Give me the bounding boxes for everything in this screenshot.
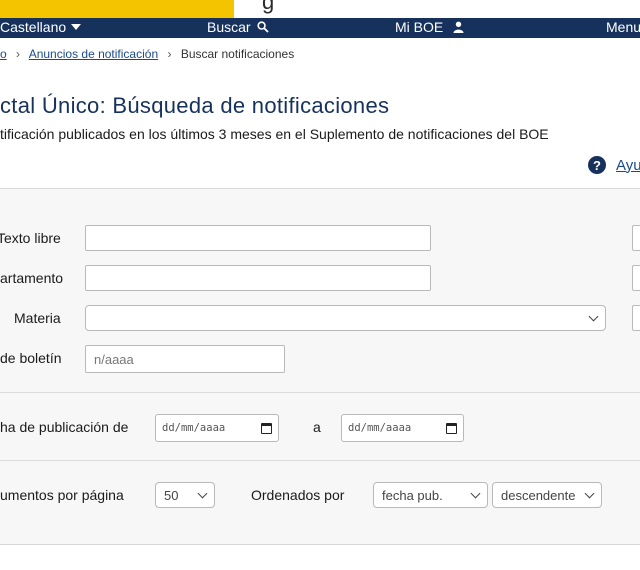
documentos-por-pagina-value: 50 xyxy=(164,487,179,503)
ordenados-por-label: Ordenados por xyxy=(251,487,345,503)
materia-label: Materia xyxy=(14,310,61,326)
mi-boe-nav-link[interactable]: Mi BOE xyxy=(395,19,464,35)
date-to-input[interactable]: dd/mm/aaaa xyxy=(341,414,464,442)
header-ghost-text: g xyxy=(262,0,275,14)
boletin-label: de boletín xyxy=(0,350,62,366)
order-field-select[interactable]: fecha pub. xyxy=(373,482,488,508)
search-nav-label: Buscar xyxy=(207,19,251,35)
order-direction-value: descendente xyxy=(501,487,576,503)
language-label: Castellano xyxy=(0,19,67,35)
breadcrumb-separator-icon: › xyxy=(167,47,172,61)
chevron-down-icon xyxy=(470,488,481,498)
language-selector[interactable]: Castellano xyxy=(0,19,82,35)
breadcrumb-separator-icon: › xyxy=(16,47,21,61)
fecha-publicacion-label: ha de publicación de xyxy=(0,419,129,435)
page-title: ctal Único: Búsqueda de notificaciones xyxy=(0,93,390,118)
right-field-edge[interactable] xyxy=(632,225,640,251)
caret-down-icon xyxy=(71,24,82,30)
departamento-label: artamento xyxy=(0,270,64,286)
help-icon: ? xyxy=(588,156,606,174)
date-from-placeholder: dd/mm/aaaa xyxy=(162,422,226,434)
menu-label: Menu xyxy=(606,19,640,35)
breadcrumb: o › Anuncios de notificación › Buscar no… xyxy=(0,47,294,61)
documentos-por-pagina-select[interactable]: 50 xyxy=(155,482,215,508)
mi-boe-label: Mi BOE xyxy=(395,19,444,35)
order-direction-select[interactable]: descendente xyxy=(492,482,602,508)
order-field-value: fecha pub. xyxy=(382,487,443,503)
departamento-input[interactable] xyxy=(85,265,431,291)
section-divider xyxy=(0,460,640,461)
page-subtitle: tificación publicados en los últimos 3 m… xyxy=(0,126,549,142)
calendar-icon[interactable] xyxy=(446,422,457,434)
help-link[interactable]: ? Ayu xyxy=(588,156,640,174)
top-navbar: Castellano Buscar Mi BOE Menu xyxy=(0,18,640,38)
top-banner-strip: g xyxy=(0,0,640,18)
documentos-por-pagina-label: umentos por página xyxy=(0,487,124,503)
brand-yellow-bar xyxy=(0,0,234,18)
search-nav-link[interactable]: Buscar xyxy=(207,19,269,35)
calendar-icon[interactable] xyxy=(261,422,272,434)
chevron-down-icon xyxy=(588,311,599,321)
breadcrumb-anuncios-link[interactable]: Anuncios de notificación xyxy=(29,47,158,61)
chevron-down-icon xyxy=(584,488,595,498)
section-divider xyxy=(0,392,640,393)
right-field-edge[interactable] xyxy=(632,265,640,291)
fecha-a-label: a xyxy=(313,419,321,435)
date-to-placeholder: dd/mm/aaaa xyxy=(348,422,412,434)
menu-nav-link[interactable]: Menu xyxy=(606,19,640,35)
breadcrumb-home-link[interactable]: o xyxy=(0,47,7,61)
chevron-down-icon xyxy=(197,488,208,498)
boletin-input[interactable]: n/aaaa xyxy=(85,345,285,373)
boletin-placeholder: n/aaaa xyxy=(94,351,134,367)
help-label: Ayu xyxy=(616,156,640,174)
date-from-input[interactable]: dd/mm/aaaa xyxy=(155,414,279,442)
texto-libre-input[interactable] xyxy=(85,225,431,251)
materia-select[interactable] xyxy=(85,305,606,331)
right-field-edge[interactable] xyxy=(632,305,640,331)
search-icon xyxy=(256,21,269,33)
search-form-panel: Texto libre artamento Materia de boletín… xyxy=(0,188,640,545)
user-icon xyxy=(453,21,464,33)
texto-libre-label: Texto libre xyxy=(0,230,61,246)
breadcrumb-current: Buscar notificaciones xyxy=(180,47,295,61)
